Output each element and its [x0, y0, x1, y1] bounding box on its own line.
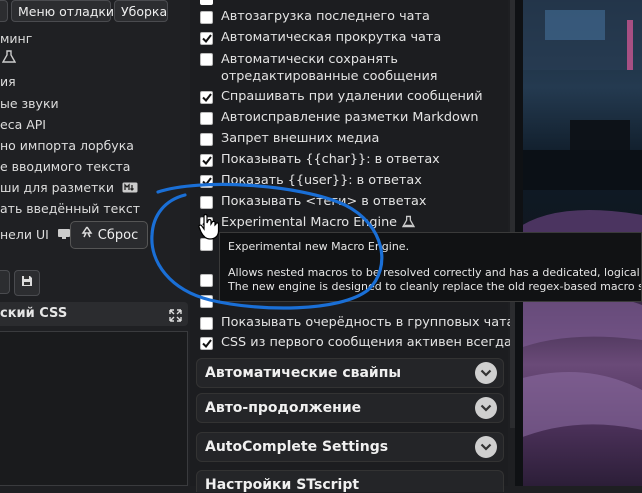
custom-css-header[interactable]: ский CSS — [0, 302, 188, 326]
debug-menu-button[interactable]: Меню отладки — [11, 0, 114, 22]
left-row: ши для разметки — [0, 180, 138, 196]
checkbox-checked[interactable] — [200, 337, 213, 350]
truncated-button[interactable] — [0, 0, 8, 22]
left-row: е вводимого текста — [0, 159, 131, 174]
setting-auto-scroll[interactable]: Автоматическая прокрутка чата — [200, 30, 441, 45]
tooltip-line: Allows nested macros to be resolved corr… — [228, 266, 642, 279]
setting-group-order[interactable]: Показывать очерёдность в групповых чатах — [200, 315, 522, 330]
tooltip: Experimental new Macro Engine. Allows ne… — [219, 232, 642, 302]
markdown-icon — [122, 181, 138, 196]
section-autocomplete[interactable]: AutoComplete Settings — [196, 432, 504, 462]
tooltip-line: The new engine is designed to cleanly re… — [228, 280, 642, 293]
left-row: ия — [0, 74, 16, 89]
setting-show-tags[interactable]: Показывать <теги> в ответах — [200, 194, 426, 209]
setting-hidden-row[interactable] — [200, 293, 213, 308]
left-row: ать введённый текст — [0, 201, 141, 216]
flask-icon — [1, 50, 17, 67]
left-row: минг — [0, 31, 33, 46]
reset-label: Сброс — [97, 227, 139, 243]
tooltip-line: Experimental new Macro Engine. — [228, 240, 410, 253]
left-panel: Меню отладки Уборка минг ия ые звуки еса… — [0, 0, 190, 486]
reset-button[interactable]: Сброс — [70, 221, 148, 249]
setting-autoload-last-chat[interactable]: Автозагрузка последнего чата — [200, 9, 430, 24]
checkbox-checked[interactable] — [200, 32, 213, 45]
left-row: ые звуки — [0, 96, 59, 111]
left-row: но импорта лорбука — [0, 138, 134, 153]
setting-autosave-edits[interactable]: Автоматически сохранять отредактированные… — [200, 51, 437, 85]
section-auto-swipes[interactable]: Автоматические свайпы — [196, 358, 504, 388]
checkbox[interactable] — [200, 133, 213, 146]
dropdown-stub[interactable] — [0, 270, 10, 294]
setting-show-char[interactable]: Показывать {{char}}: в ответах — [200, 152, 440, 167]
left-row: еса API — [0, 117, 46, 132]
custom-css-title: ский CSS — [0, 306, 68, 321]
floppy-icon — [21, 275, 33, 291]
chevron-down-icon[interactable] — [475, 436, 497, 458]
custom-css-textarea[interactable] — [0, 331, 188, 486]
section-auto-continue[interactable]: Авто-продолжение — [196, 393, 504, 423]
clipped-row — [200, 0, 213, 5]
checkbox-checked[interactable] — [200, 217, 213, 230]
chevron-down-icon[interactable] — [475, 397, 497, 419]
setting-first-message-css[interactable]: CSS из первого сообщения активен всегда — [200, 335, 512, 350]
save-button[interactable] — [14, 270, 40, 296]
checkbox-checked[interactable] — [200, 91, 213, 104]
setting-experimental-macro-engine[interactable]: Experimental Macro Engine — [200, 215, 416, 233]
setting-hidden-row[interactable] — [200, 272, 213, 287]
monitor-icon — [57, 228, 71, 243]
recycle-icon — [80, 226, 94, 244]
checkbox[interactable] — [200, 112, 213, 125]
setting-markdown-autofix[interactable]: Автоисправление разметки Markdown — [200, 110, 478, 125]
checkbox-checked[interactable] — [200, 175, 213, 188]
checkbox[interactable] — [200, 274, 213, 287]
cleanup-button[interactable]: Уборка — [114, 0, 168, 22]
checkbox[interactable] — [200, 295, 213, 308]
setting-block-external-media[interactable]: Запрет внешних медиа — [200, 131, 379, 146]
setting-confirm-delete[interactable]: Спрашивать при удалении сообщений — [200, 89, 483, 104]
section-stscript[interactable]: Настройки STscript — [196, 470, 504, 493]
expand-icon[interactable] — [169, 307, 182, 331]
checkbox[interactable] — [200, 11, 213, 24]
setting-hidden-row[interactable] — [200, 236, 213, 251]
setting-show-user[interactable]: Показать {{user}}: в ответах — [200, 173, 422, 188]
checkbox[interactable] — [200, 317, 213, 330]
checkbox[interactable] — [200, 53, 213, 66]
flask-icon — [401, 215, 416, 233]
checkbox-checked[interactable] — [200, 154, 213, 167]
checkbox[interactable] — [200, 196, 213, 209]
checkbox[interactable] — [200, 238, 213, 251]
left-row: нели UI — [0, 227, 71, 243]
chevron-down-icon[interactable] — [475, 362, 497, 384]
